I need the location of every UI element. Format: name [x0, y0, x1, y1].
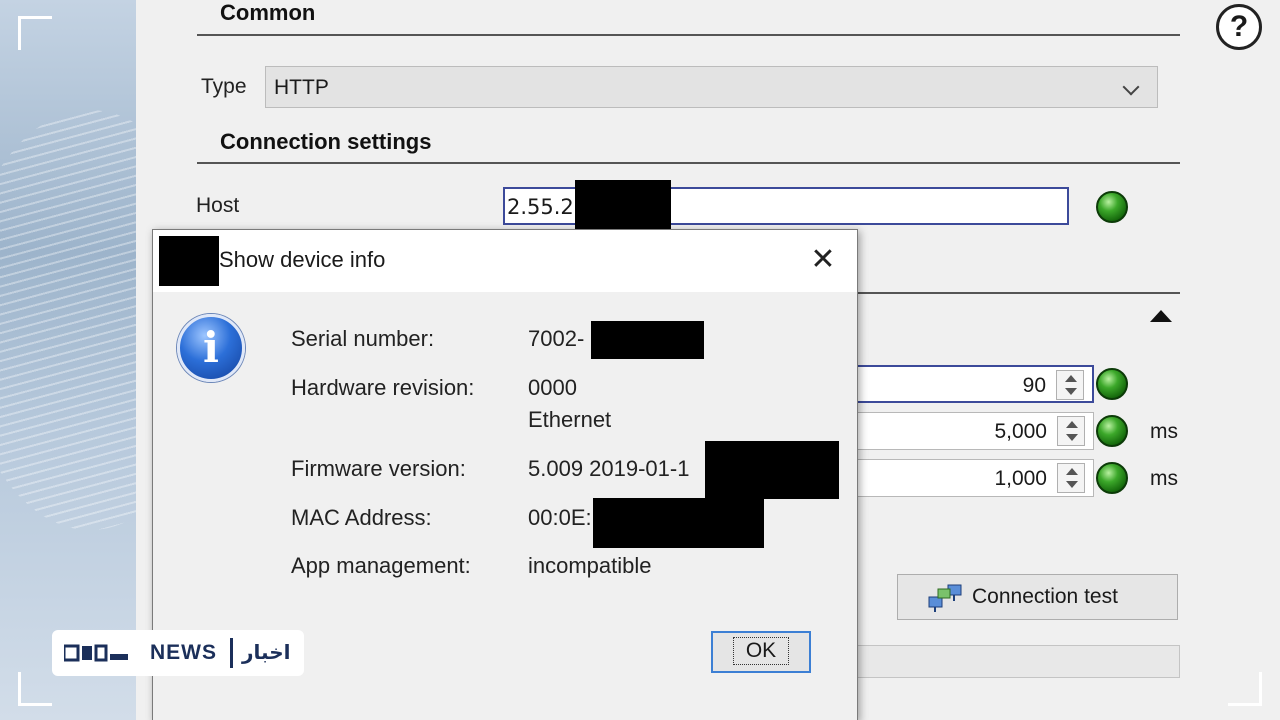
type-select-value: HTTP — [274, 76, 329, 99]
unit-label: ms — [1150, 420, 1178, 443]
watermark-separator — [230, 638, 233, 668]
stepper-buttons[interactable] — [1056, 370, 1084, 400]
number-stepper-3[interactable]: 1,000 — [850, 459, 1094, 497]
hardware-revision-label: Hardware revision: — [291, 375, 475, 400]
app-management-value: incompatible — [528, 553, 652, 578]
stepper-buttons[interactable] — [1057, 463, 1085, 493]
status-led-icon — [1096, 415, 1128, 447]
redaction-block — [591, 321, 704, 359]
status-led-icon — [1096, 368, 1128, 400]
stepper-value: 90 — [1022, 374, 1046, 397]
app-management-label: App management: — [291, 553, 471, 578]
host-input-value: 2.55.2 — [507, 195, 574, 219]
type-label: Type — [201, 75, 247, 98]
info-icon: i — [177, 314, 245, 382]
section-divider — [197, 162, 1180, 164]
chevron-down-icon — [1122, 78, 1140, 96]
mac-address-value: 00:0E: — [528, 505, 592, 530]
close-icon[interactable]: ✕ — [803, 242, 843, 278]
redaction-block — [593, 498, 764, 548]
dialog-title: Show device info — [219, 247, 386, 272]
collapse-arrow-icon[interactable] — [1150, 310, 1172, 322]
stepper-value: 5,000 — [994, 420, 1047, 443]
ok-button-label: OK — [732, 637, 790, 665]
section-title-connection: Connection settings — [220, 129, 432, 154]
unit-label: ms — [1150, 467, 1178, 490]
background-strip — [0, 0, 136, 720]
serial-number-label: Serial number: — [291, 326, 435, 351]
stepper-buttons[interactable] — [1057, 416, 1085, 446]
frame-corner-bottom-left — [18, 672, 52, 706]
firmware-version-value: 5.009 2019-01-1 — [528, 456, 690, 481]
dialog-titlebar: Show device info ✕ — [153, 230, 857, 292]
dialog-app-icon-redacted — [159, 236, 219, 286]
ok-button[interactable]: OK — [711, 631, 811, 673]
host-label: Host — [196, 194, 240, 217]
watermark-news-text: NEWS — [150, 641, 217, 664]
section-divider — [197, 34, 1180, 36]
network-icon — [928, 584, 962, 612]
serial-number-value: 7002- — [528, 326, 585, 351]
section-title-common: Common — [220, 0, 316, 25]
status-led-icon — [1096, 191, 1128, 223]
status-led-icon — [1096, 462, 1128, 494]
watermark-badge: NEWS اخبار — [52, 630, 304, 676]
help-icon[interactable]: ? — [1216, 4, 1262, 50]
number-stepper-2[interactable]: 5,000 — [850, 412, 1094, 450]
watermark-arabic-text: اخبار — [242, 640, 291, 664]
brand-logo — [64, 644, 128, 662]
firmware-version-label: Firmware version: — [291, 456, 466, 481]
connection-test-label: Connection test — [972, 585, 1118, 608]
frame-corner-top-left — [18, 16, 52, 50]
frame-corner-bottom-right — [1228, 672, 1262, 706]
type-select[interactable]: HTTP — [265, 66, 1158, 108]
redaction-block — [575, 180, 671, 236]
section-divider — [858, 292, 1180, 294]
hardware-revision-interface: Ethernet — [528, 407, 612, 432]
connection-test-button[interactable]: Connection test — [897, 574, 1178, 620]
redaction-block — [705, 441, 839, 499]
mac-address-label: MAC Address: — [291, 505, 432, 530]
hardware-revision-value: 0000 — [528, 375, 577, 400]
progress-bar — [856, 645, 1180, 678]
stepper-value: 1,000 — [994, 467, 1047, 490]
background-waves — [0, 110, 136, 530]
number-stepper-1[interactable]: 90 — [850, 365, 1094, 403]
